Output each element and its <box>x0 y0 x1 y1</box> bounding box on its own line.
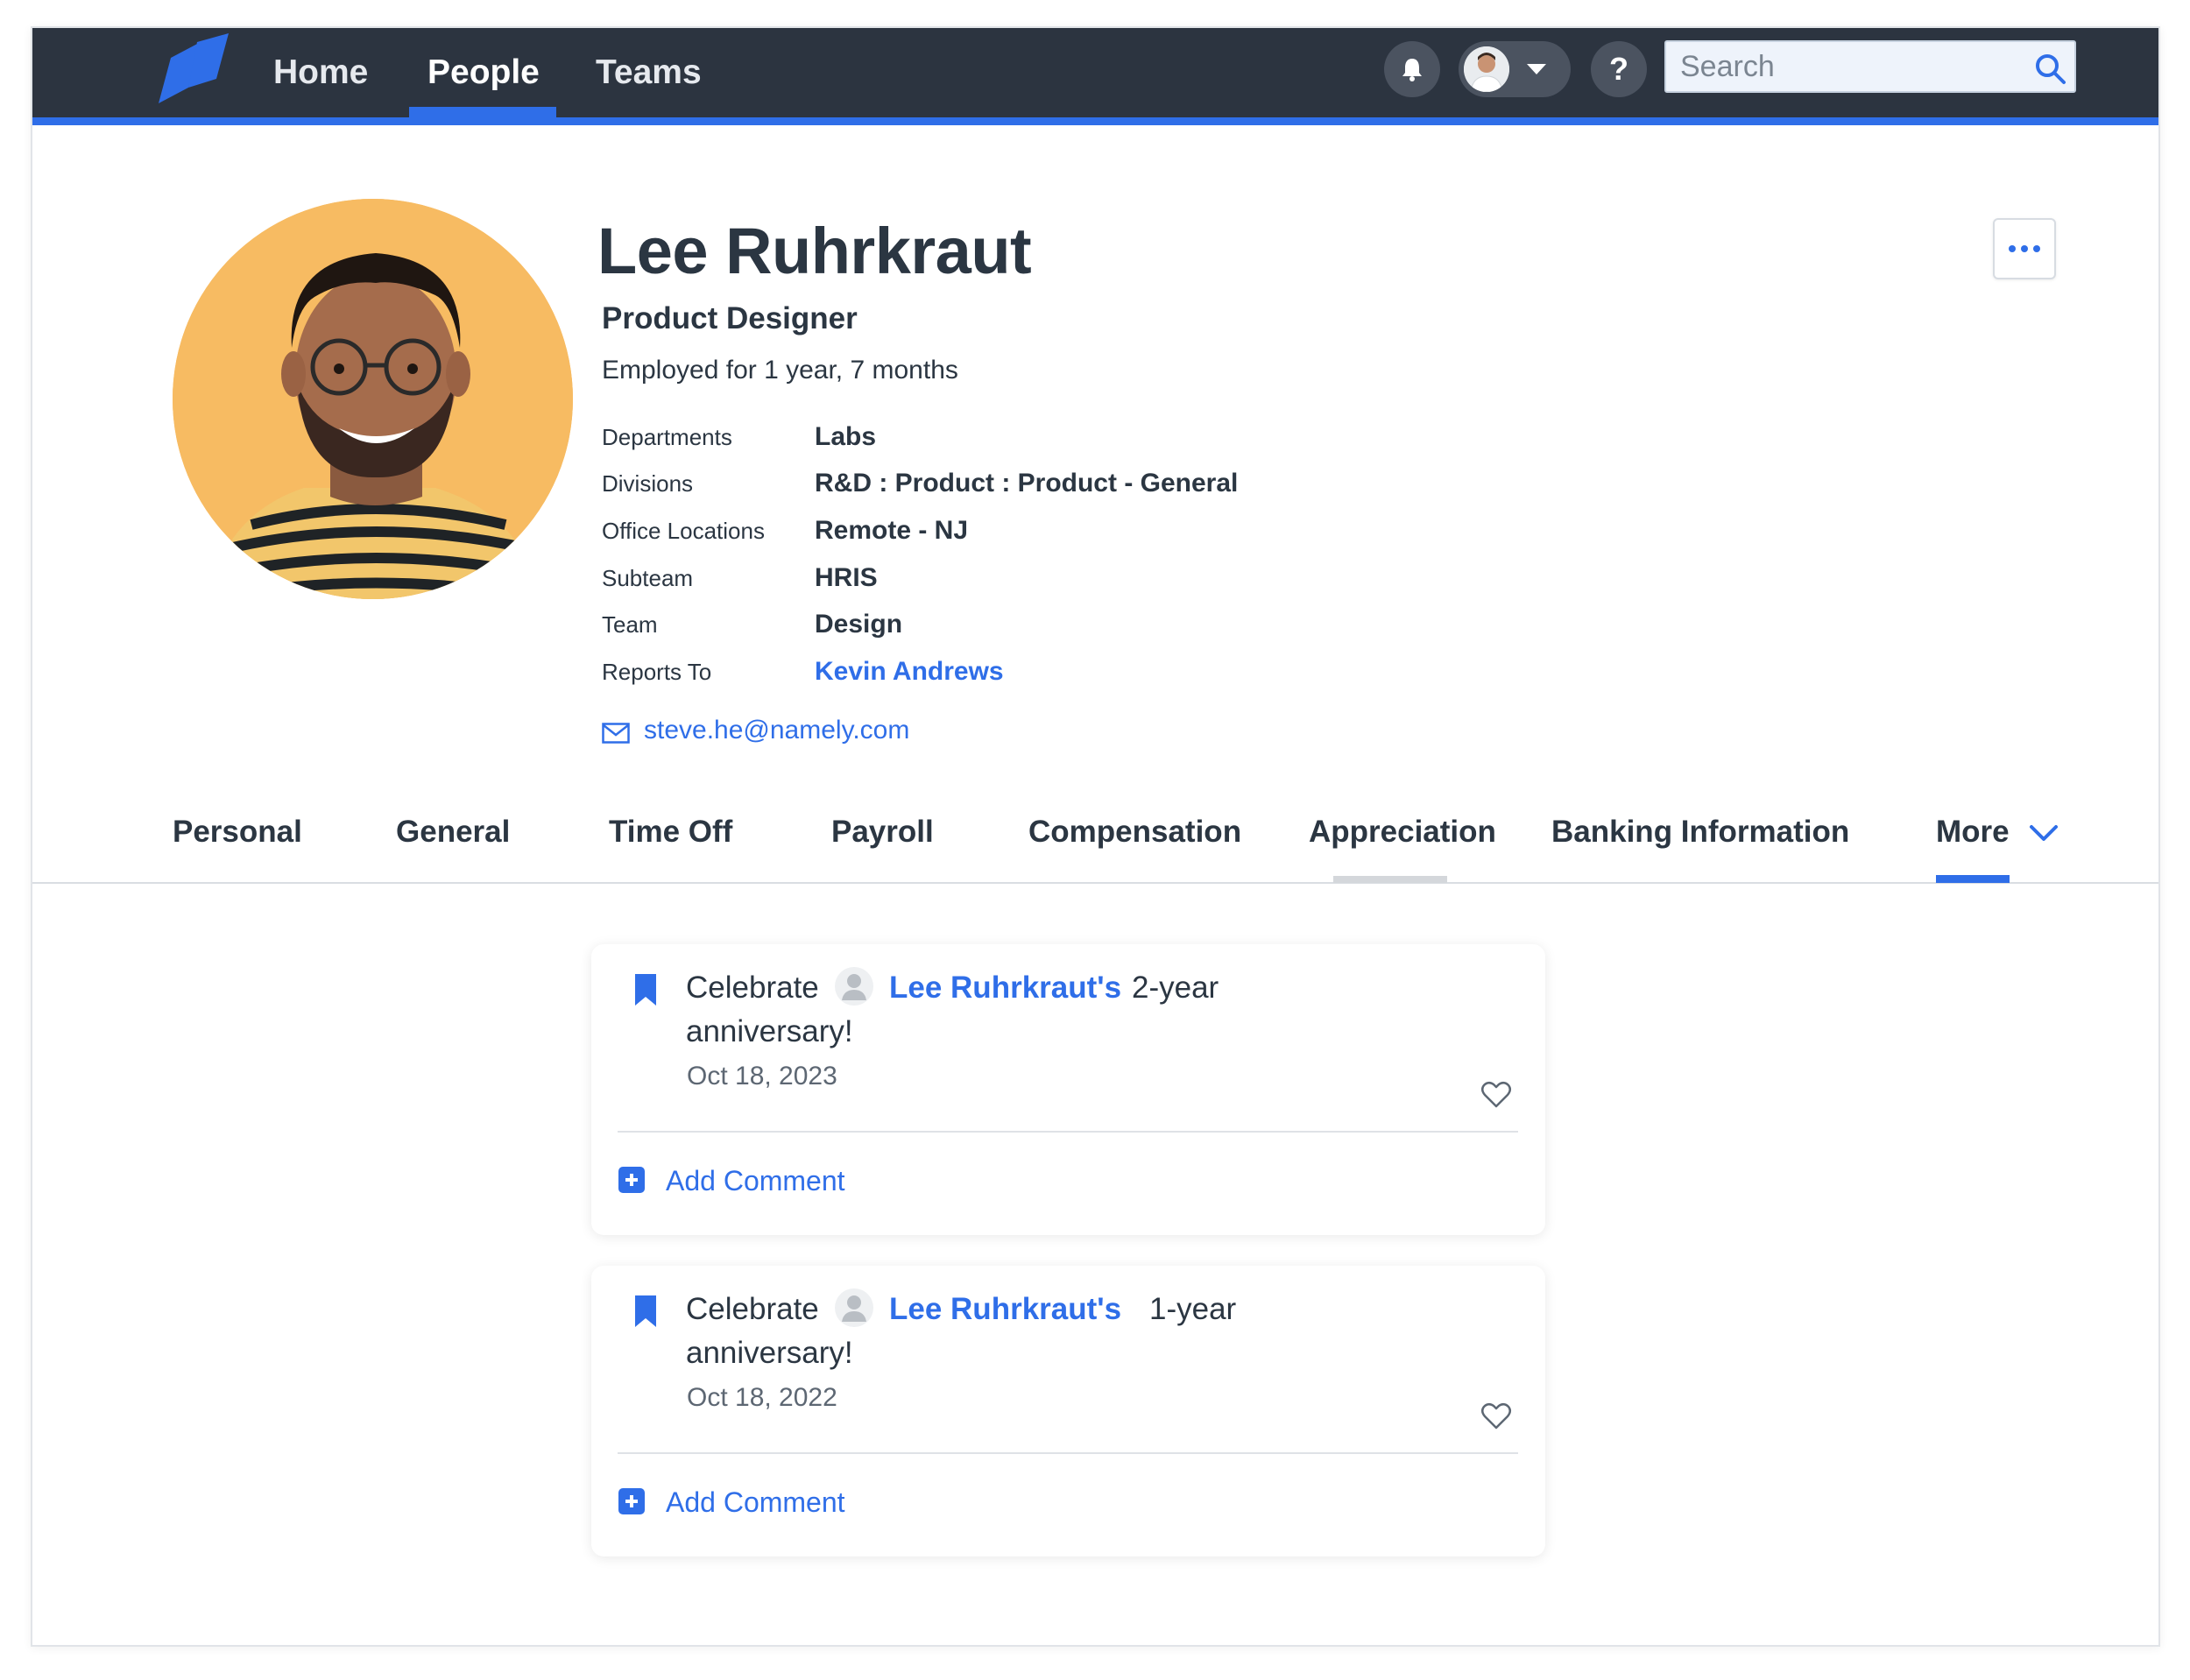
team-label: Team <box>602 611 658 638</box>
anniversary-years: 1-year <box>1149 1292 1237 1326</box>
chevron-down-icon <box>1527 64 1546 74</box>
bookmark-icon <box>635 974 656 1006</box>
nav-home[interactable]: Home <box>273 46 368 100</box>
card-divider <box>618 1452 1518 1454</box>
add-comment-button[interactable]: Add Comment <box>666 1486 845 1519</box>
reports-to-label: Reports To <box>602 659 712 685</box>
namely-logo[interactable] <box>155 33 234 103</box>
user-avatar <box>1464 46 1509 92</box>
nav-teams[interactable]: Teams <box>596 46 702 100</box>
profile-name: Lee Ruhrkraut <box>597 215 1032 287</box>
nav-active-indicator <box>409 107 556 117</box>
email-address[interactable]: steve.he@namely.com <box>644 716 909 745</box>
divisions-value: R&D : Product : Product - General <box>815 469 1239 498</box>
user-menu-button[interactable] <box>1459 41 1571 97</box>
person-icon <box>835 1288 873 1327</box>
ellipsis-dot <box>2033 245 2040 252</box>
tab-time-off[interactable]: Time Off <box>609 815 732 850</box>
notifications-button[interactable] <box>1384 41 1440 97</box>
celebrate-text: Celebrate <box>686 1292 819 1326</box>
office-locations-label: Office Locations <box>602 518 765 544</box>
topbar-accent-line <box>32 117 2158 125</box>
team-value: Design <box>815 610 903 639</box>
card-divider <box>618 1131 1518 1133</box>
help-icon: ? <box>1609 51 1628 87</box>
search-input[interactable] <box>1666 42 2017 91</box>
subteam-value: HRIS <box>815 563 878 592</box>
bell-icon <box>1402 59 1422 81</box>
appreciation-card: Celebrate Lee Ruhrkraut's 2-year anniver… <box>591 944 1545 1235</box>
appreciation-card: Celebrate Lee Ruhrkraut's 1-year anniver… <box>591 1266 1545 1556</box>
subteam-label: Subteam <box>602 565 694 591</box>
mail-icon <box>602 723 630 744</box>
profile-photo <box>173 199 573 599</box>
person-icon <box>835 967 873 1006</box>
tab-appreciation[interactable]: Appreciation <box>1309 815 1496 850</box>
heart-icon[interactable] <box>1480 1081 1512 1109</box>
more-actions-button[interactable] <box>1993 218 2056 279</box>
anniversary-years: 2-year <box>1132 971 1219 1005</box>
search-icon[interactable] <box>2032 51 2067 86</box>
app-frame: Home People Teams ? Search Lee Ruhrkraut… <box>31 26 2160 1647</box>
tab-more[interactable]: More <box>1936 815 2010 850</box>
tab-compensation[interactable]: Compensation <box>1028 815 1241 850</box>
reports-to-link[interactable]: Kevin Andrews <box>815 657 1004 687</box>
tab-payroll[interactable]: Payroll <box>831 815 934 850</box>
tab-active-indicator <box>1936 875 2010 883</box>
tab-bar-divider <box>32 882 2158 884</box>
plus-icon[interactable] <box>618 1488 645 1514</box>
anniversary-date: Oct 18, 2022 <box>687 1383 837 1412</box>
tab-hover-indicator <box>1333 876 1447 883</box>
plus-icon[interactable] <box>618 1167 645 1193</box>
tab-personal[interactable]: Personal <box>173 815 302 850</box>
add-comment-button[interactable]: Add Comment <box>666 1165 845 1197</box>
departments-value: Labs <box>815 422 877 451</box>
chevron-down-icon[interactable] <box>2028 821 2059 845</box>
anniversary-text: anniversary! <box>686 1014 853 1048</box>
employee-link[interactable]: Lee Ruhrkraut's <box>889 1292 1121 1327</box>
ellipsis-icon <box>2009 245 2016 252</box>
employee-link[interactable]: Lee Ruhrkraut's <box>889 971 1121 1006</box>
nav-people[interactable]: People <box>427 46 540 100</box>
anniversary-text: anniversary! <box>686 1336 853 1370</box>
tab-banking-information[interactable]: Banking Information <box>1551 815 1849 850</box>
anniversary-date: Oct 18, 2023 <box>687 1062 837 1091</box>
job-title: Product Designer <box>602 301 858 335</box>
top-navigation-bar: Home People Teams ? <box>32 28 2158 117</box>
tab-general[interactable]: General <box>396 815 510 850</box>
help-button[interactable]: ? <box>1591 41 1647 97</box>
heart-icon[interactable] <box>1480 1402 1512 1430</box>
celebrate-text: Celebrate <box>686 971 819 1005</box>
departments-label: Departments <box>602 424 732 450</box>
bookmark-icon <box>635 1295 656 1327</box>
ellipsis-dot <box>2021 245 2028 252</box>
office-locations-value: Remote - NJ <box>815 516 969 545</box>
divisions-label: Divisions <box>602 470 694 497</box>
search-field[interactable] <box>1664 40 2076 93</box>
employment-tenure: Employed for 1 year, 7 months <box>602 356 958 385</box>
